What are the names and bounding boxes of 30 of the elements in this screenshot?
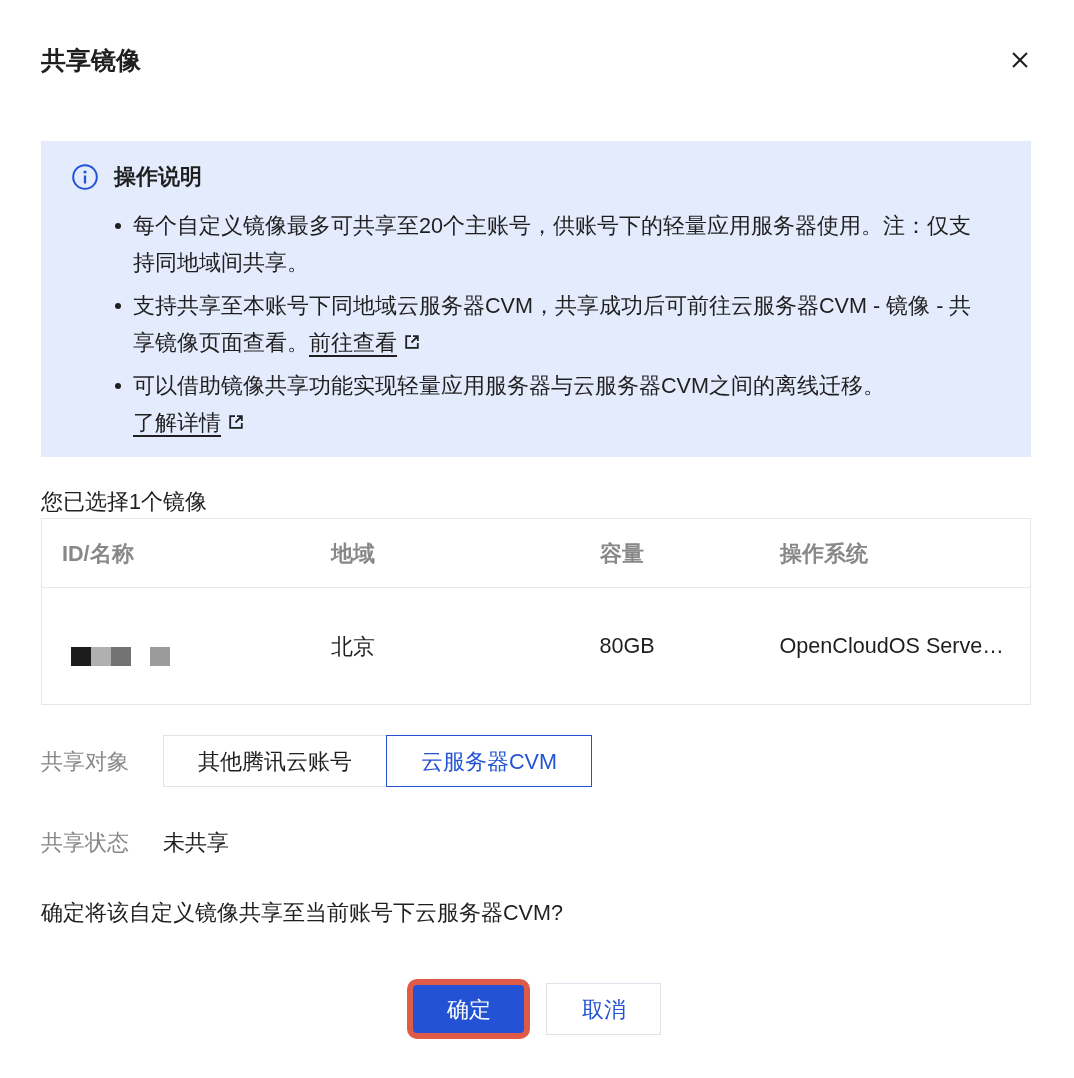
info-icon bbox=[72, 164, 98, 190]
notice-text: 每个自定义镜像最多可共享至20个主账号，供账号下的轻量应用服务器使用。注：仅支持同地域间共享。 bbox=[133, 212, 973, 277]
notice-link[interactable]: 前往查看 bbox=[309, 330, 419, 355]
close-icon bbox=[1012, 52, 1028, 68]
column-header: 地域 bbox=[310, 518, 580, 588]
field-label: 共享对象 bbox=[41, 747, 130, 776]
external-link-icon bbox=[405, 335, 419, 349]
table-cell: 北京 bbox=[310, 587, 580, 705]
close-button[interactable] bbox=[1012, 52, 1028, 68]
selection-summary: 您已选择1个镜像 bbox=[41, 488, 208, 516]
notice-link[interactable]: 了解详情 bbox=[133, 410, 243, 435]
column-header: ID/名称 bbox=[41, 518, 311, 588]
bullet-icon bbox=[115, 223, 121, 229]
segment-option[interactable]: 其他腾讯云账号 bbox=[163, 735, 387, 787]
table-cell: OpenCloudOS Serve… bbox=[759, 587, 1031, 705]
notice-text: 可以借助镜像共享功能实现轻量应用服务器与云服务器CVM之间的离线迁移。 了解详情 bbox=[133, 372, 886, 437]
bullet-icon bbox=[115, 383, 121, 389]
notice-text: 支持共享至本账号下同地域云服务器CVM，共享成功后可前往云服务器CVM - 镜像 - 共享镜像页面查看。前往查看 bbox=[133, 292, 973, 357]
column-header: 容量 bbox=[579, 518, 760, 588]
notice-title: 操作说明 bbox=[114, 163, 202, 191]
status-value: 未共享 bbox=[163, 829, 229, 857]
column-header: 操作系统 bbox=[759, 518, 1031, 588]
confirm-question: 确定将该自定义镜像共享至当前账号下云服务器CVM? bbox=[41, 899, 564, 927]
cancel-button[interactable]: 取消 bbox=[546, 983, 661, 1035]
table-cell: 80GB bbox=[579, 587, 760, 705]
external-link-icon bbox=[229, 415, 243, 429]
field-label: 共享状态 bbox=[41, 829, 130, 857]
segment-option[interactable]: 云服务器CVM bbox=[386, 735, 592, 787]
dialog-title: 共享镜像 bbox=[41, 45, 141, 76]
bullet-icon bbox=[115, 303, 121, 309]
